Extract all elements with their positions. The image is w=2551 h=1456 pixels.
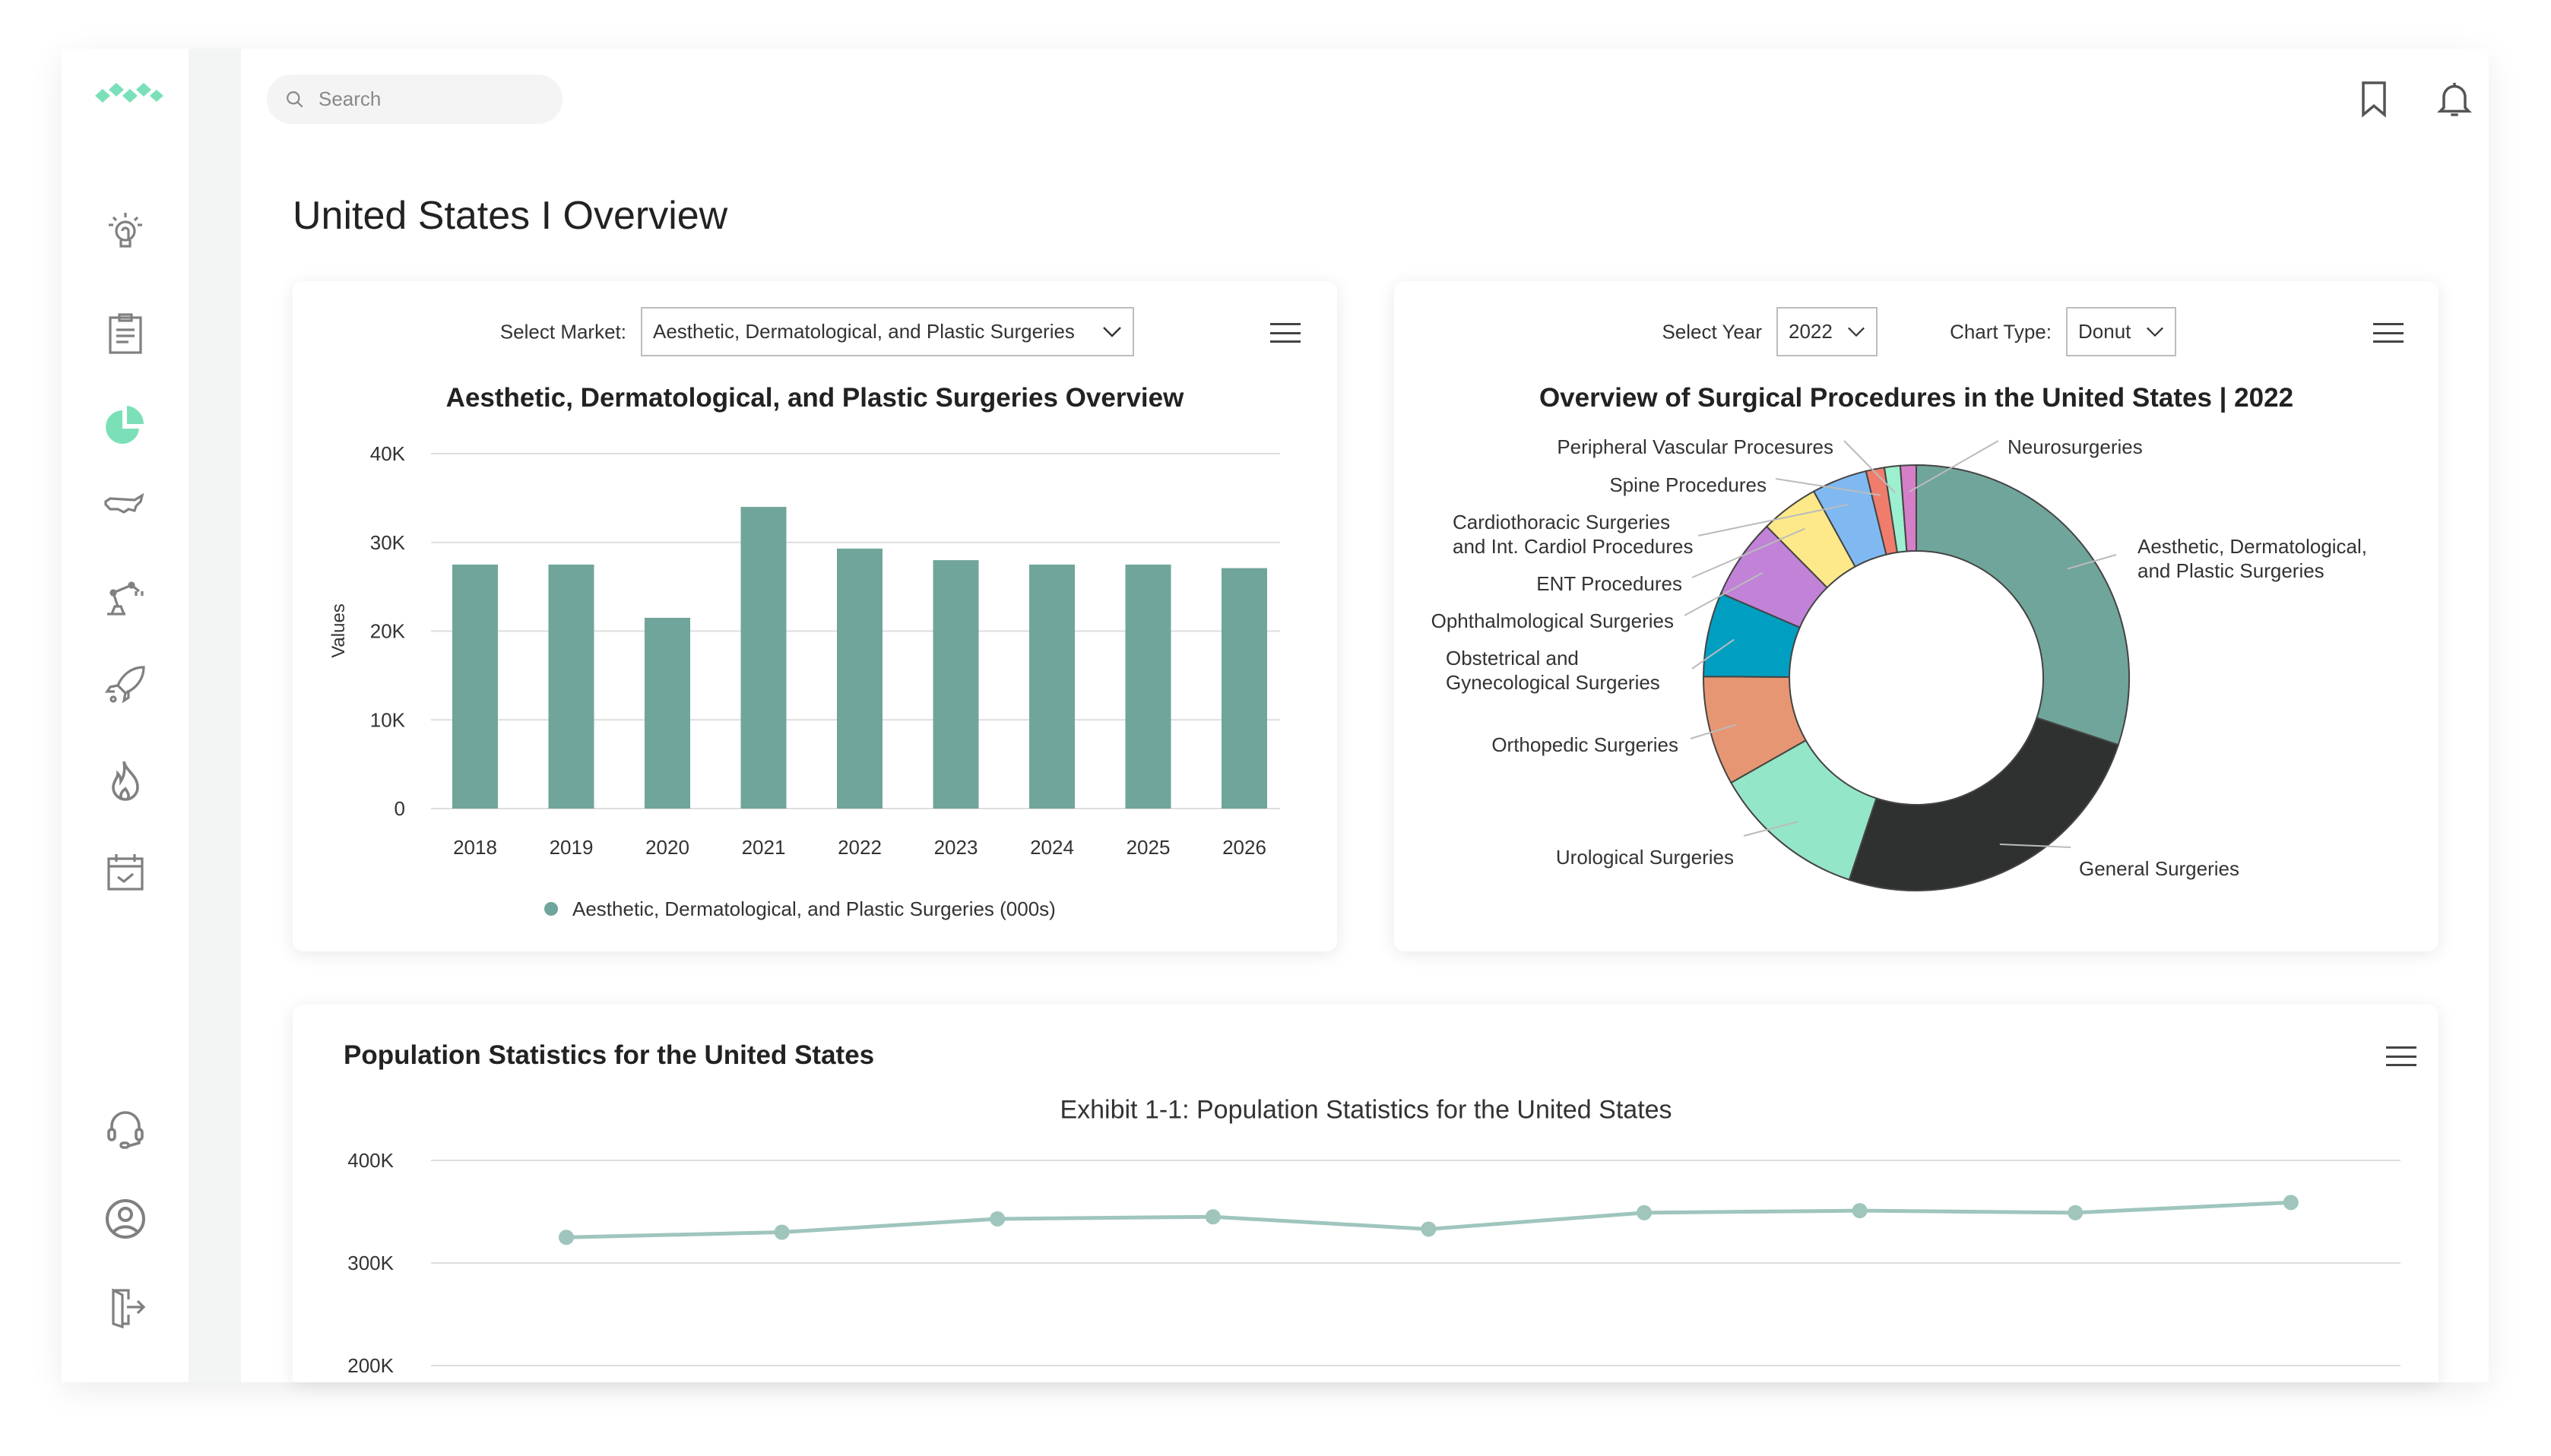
bar <box>1125 564 1171 809</box>
bar <box>452 564 498 809</box>
data-point <box>774 1224 790 1240</box>
bar <box>548 564 594 809</box>
chart-menu-button[interactable] <box>1270 323 1301 343</box>
chevron-down-icon <box>1103 326 1121 337</box>
market-dropdown[interactable]: Aesthetic, Dermatological, and Plastic S… <box>641 307 1134 356</box>
donut-slice <box>1916 464 2130 746</box>
bar-chart-title: Aesthetic, Dermatological, and Plastic S… <box>445 383 1184 413</box>
y-tick-label: 200K <box>347 1354 394 1377</box>
slice-label: and Plastic Surgeries <box>2137 559 2324 582</box>
x-tick-label: 2024 <box>1030 836 1074 859</box>
slice-label: Aesthetic, Dermatological, <box>2137 535 2367 558</box>
market-dropdown-value: Aesthetic, Dermatological, and Plastic S… <box>653 320 1075 343</box>
legend-marker <box>544 902 558 916</box>
procedures-card: Select Year 2022 Chart Type: Donut Overv… <box>1394 281 2439 951</box>
bar-chart: 0 10K 20K 30K 40K Values 2018 2019 2020 2021 2022 2… <box>328 442 1280 920</box>
slice-label: ENT Procedures <box>1536 572 1682 595</box>
donut-chart: Aesthetic, Dermatological,and Plastic Su… <box>1431 435 2367 891</box>
data-point <box>2283 1195 2299 1211</box>
bookmark-icon[interactable] <box>2353 78 2395 120</box>
x-tick-label: 2021 <box>742 836 786 859</box>
bar <box>740 507 787 809</box>
data-point <box>1852 1203 1868 1219</box>
data-point <box>559 1230 574 1246</box>
donut-slice <box>1848 717 2120 891</box>
slice-label: Spine Procedures <box>1609 473 1767 496</box>
slice-label: Gynecological Surgeries <box>1446 671 1660 694</box>
bar <box>1222 568 1267 809</box>
bar <box>837 548 883 809</box>
x-tick-label: 2020 <box>645 836 689 859</box>
slice-label: Neurosurgeries <box>2008 435 2143 458</box>
line-chart: 200K 300K 400K <box>347 1149 2400 1377</box>
slice-label: General Surgeries <box>2079 857 2239 880</box>
slice-label: and Int. Cardiol Procedures <box>1453 535 1694 558</box>
y-axis-label: Values <box>328 603 349 658</box>
slice-label: Orthopedic Surgeries <box>1491 733 1678 756</box>
page-title: United States I Overview <box>293 194 728 238</box>
bell-icon[interactable] <box>2433 78 2476 120</box>
bar <box>933 560 979 809</box>
slice-label: Cardiothoracic Surgeries <box>1453 511 1670 533</box>
lightbulb-icon[interactable] <box>101 208 150 257</box>
pie-chart-icon[interactable] <box>101 401 150 450</box>
y-tick-label: 300K <box>347 1252 394 1274</box>
x-tick-label: 2025 <box>1127 836 1171 859</box>
legend-label: Aesthetic, Dermatological, and Plastic S… <box>572 897 1056 920</box>
logo <box>95 83 163 103</box>
y-tick-label: 0 <box>395 797 405 820</box>
flame-icon[interactable] <box>101 757 150 806</box>
slice-label: Ophthalmological Surgeries <box>1431 609 1674 632</box>
y-tick-label: 20K <box>370 620 406 643</box>
y-tick-label: 40K <box>370 442 406 465</box>
slice-label: Urological Surgeries <box>1556 846 1734 869</box>
data-point <box>1205 1209 1221 1225</box>
calendar-check-icon[interactable] <box>101 848 150 897</box>
logout-icon[interactable] <box>101 1283 150 1331</box>
data-point <box>990 1211 1006 1227</box>
main-content: United States I Overview Select Market: … <box>241 49 2489 1382</box>
user-circle-icon[interactable] <box>101 1195 150 1243</box>
bar <box>1029 564 1075 809</box>
clipboard-icon[interactable] <box>101 310 150 359</box>
x-tick-label: 2023 <box>934 836 978 859</box>
x-tick-label: 2026 <box>1222 836 1266 859</box>
search-icon <box>287 90 303 108</box>
search-bar[interactable] <box>267 74 562 124</box>
population-card: Population Statistics for the United Sta… <box>293 1005 2439 1382</box>
slice-label: Obstetrical and <box>1446 647 1579 669</box>
robot-arm-icon[interactable] <box>101 571 150 620</box>
bar <box>645 617 690 809</box>
headset-icon[interactable] <box>101 1105 150 1154</box>
y-tick-label: 400K <box>347 1149 394 1172</box>
x-tick-label: 2018 <box>453 836 497 859</box>
market-overview-card: Select Market: Aesthetic, Dermatological… <box>293 281 1337 951</box>
x-tick-label: 2022 <box>838 836 882 859</box>
data-point <box>2068 1204 2084 1220</box>
us-map-icon[interactable] <box>101 483 150 532</box>
search-input[interactable] <box>318 87 547 111</box>
data-point <box>1421 1221 1437 1237</box>
select-market-label: Select Market: <box>499 320 626 343</box>
sidebar <box>62 49 189 1382</box>
y-tick-label: 30K <box>370 531 406 554</box>
rocket-icon[interactable] <box>101 661 150 710</box>
slice-label: Peripheral Vascular Procesures <box>1557 435 1833 458</box>
x-tick-label: 2019 <box>550 836 594 859</box>
data-point <box>1637 1204 1652 1220</box>
y-tick-label: 10K <box>370 708 406 731</box>
